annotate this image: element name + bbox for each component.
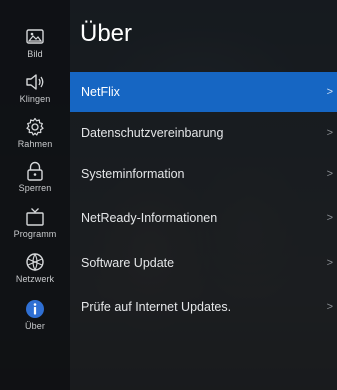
globe-icon — [24, 251, 46, 273]
menu-item-label: Prüfe auf Internet Updates. — [81, 300, 232, 314]
about-panel — [70, 0, 337, 390]
sidebar-item-label: Über — [25, 321, 45, 331]
menu-item-system-info[interactable]: Systeminformation > — [70, 154, 337, 194]
menu-item-label: NetFlix — [81, 85, 120, 99]
page-title: Über — [80, 20, 133, 47]
sidebar-item-netzwerk[interactable]: Netzwerk — [0, 251, 70, 297]
sidebar-item-label: Programm — [13, 229, 57, 239]
menu-item-netready[interactable]: NetReady-Informationen > — [70, 198, 337, 238]
sidebar-item-sperren[interactable]: Sperren — [0, 160, 70, 206]
chevron-right-icon: > — [326, 86, 333, 98]
sidebar-item-label: Sperren — [18, 183, 52, 193]
sidebar-item-label: Bild — [27, 49, 43, 59]
sidebar-item-rahmen[interactable]: Rahmen — [0, 116, 70, 162]
sidebar-item-label: Rahmen — [17, 139, 53, 149]
chevron-right-icon: > — [326, 257, 333, 269]
menu-item-privacy[interactable]: Datenschutzvereinbarung > — [70, 113, 337, 153]
sidebar-item-ueber[interactable]: Über — [0, 298, 70, 344]
speaker-icon — [24, 71, 46, 93]
menu-item-netflix[interactable]: NetFlix > — [70, 72, 337, 112]
chevron-right-icon: > — [326, 212, 333, 224]
info-icon — [24, 298, 46, 320]
menu-item-label: NetReady-Informationen — [81, 211, 218, 225]
tv-icon — [24, 206, 46, 228]
menu-item-internet-update[interactable]: Prüfe auf Internet Updates. > — [70, 287, 337, 327]
sidebar-item-klingen[interactable]: Klingen — [0, 71, 70, 117]
picture-icon — [24, 26, 46, 48]
chevron-right-icon: > — [326, 127, 333, 139]
lock-icon — [24, 160, 46, 182]
sidebar-item-programm[interactable]: Programm — [0, 206, 70, 252]
sidebar-item-label: Netzwerk — [15, 274, 55, 284]
settings-sidebar: Bild Klingen Rahmen Sperren Programm Net… — [0, 0, 70, 390]
sidebar-item-bild[interactable]: Bild — [0, 26, 70, 72]
gear-icon — [24, 116, 46, 138]
menu-item-label: Software Update — [81, 256, 175, 270]
menu-item-software-update[interactable]: Software Update > — [70, 243, 337, 283]
menu-item-label: Datenschutzvereinbarung — [81, 126, 224, 140]
sidebar-item-label: Klingen — [19, 94, 51, 104]
menu-item-label: Systeminformation — [81, 167, 185, 181]
chevron-right-icon: > — [326, 168, 333, 180]
chevron-right-icon: > — [326, 301, 333, 313]
